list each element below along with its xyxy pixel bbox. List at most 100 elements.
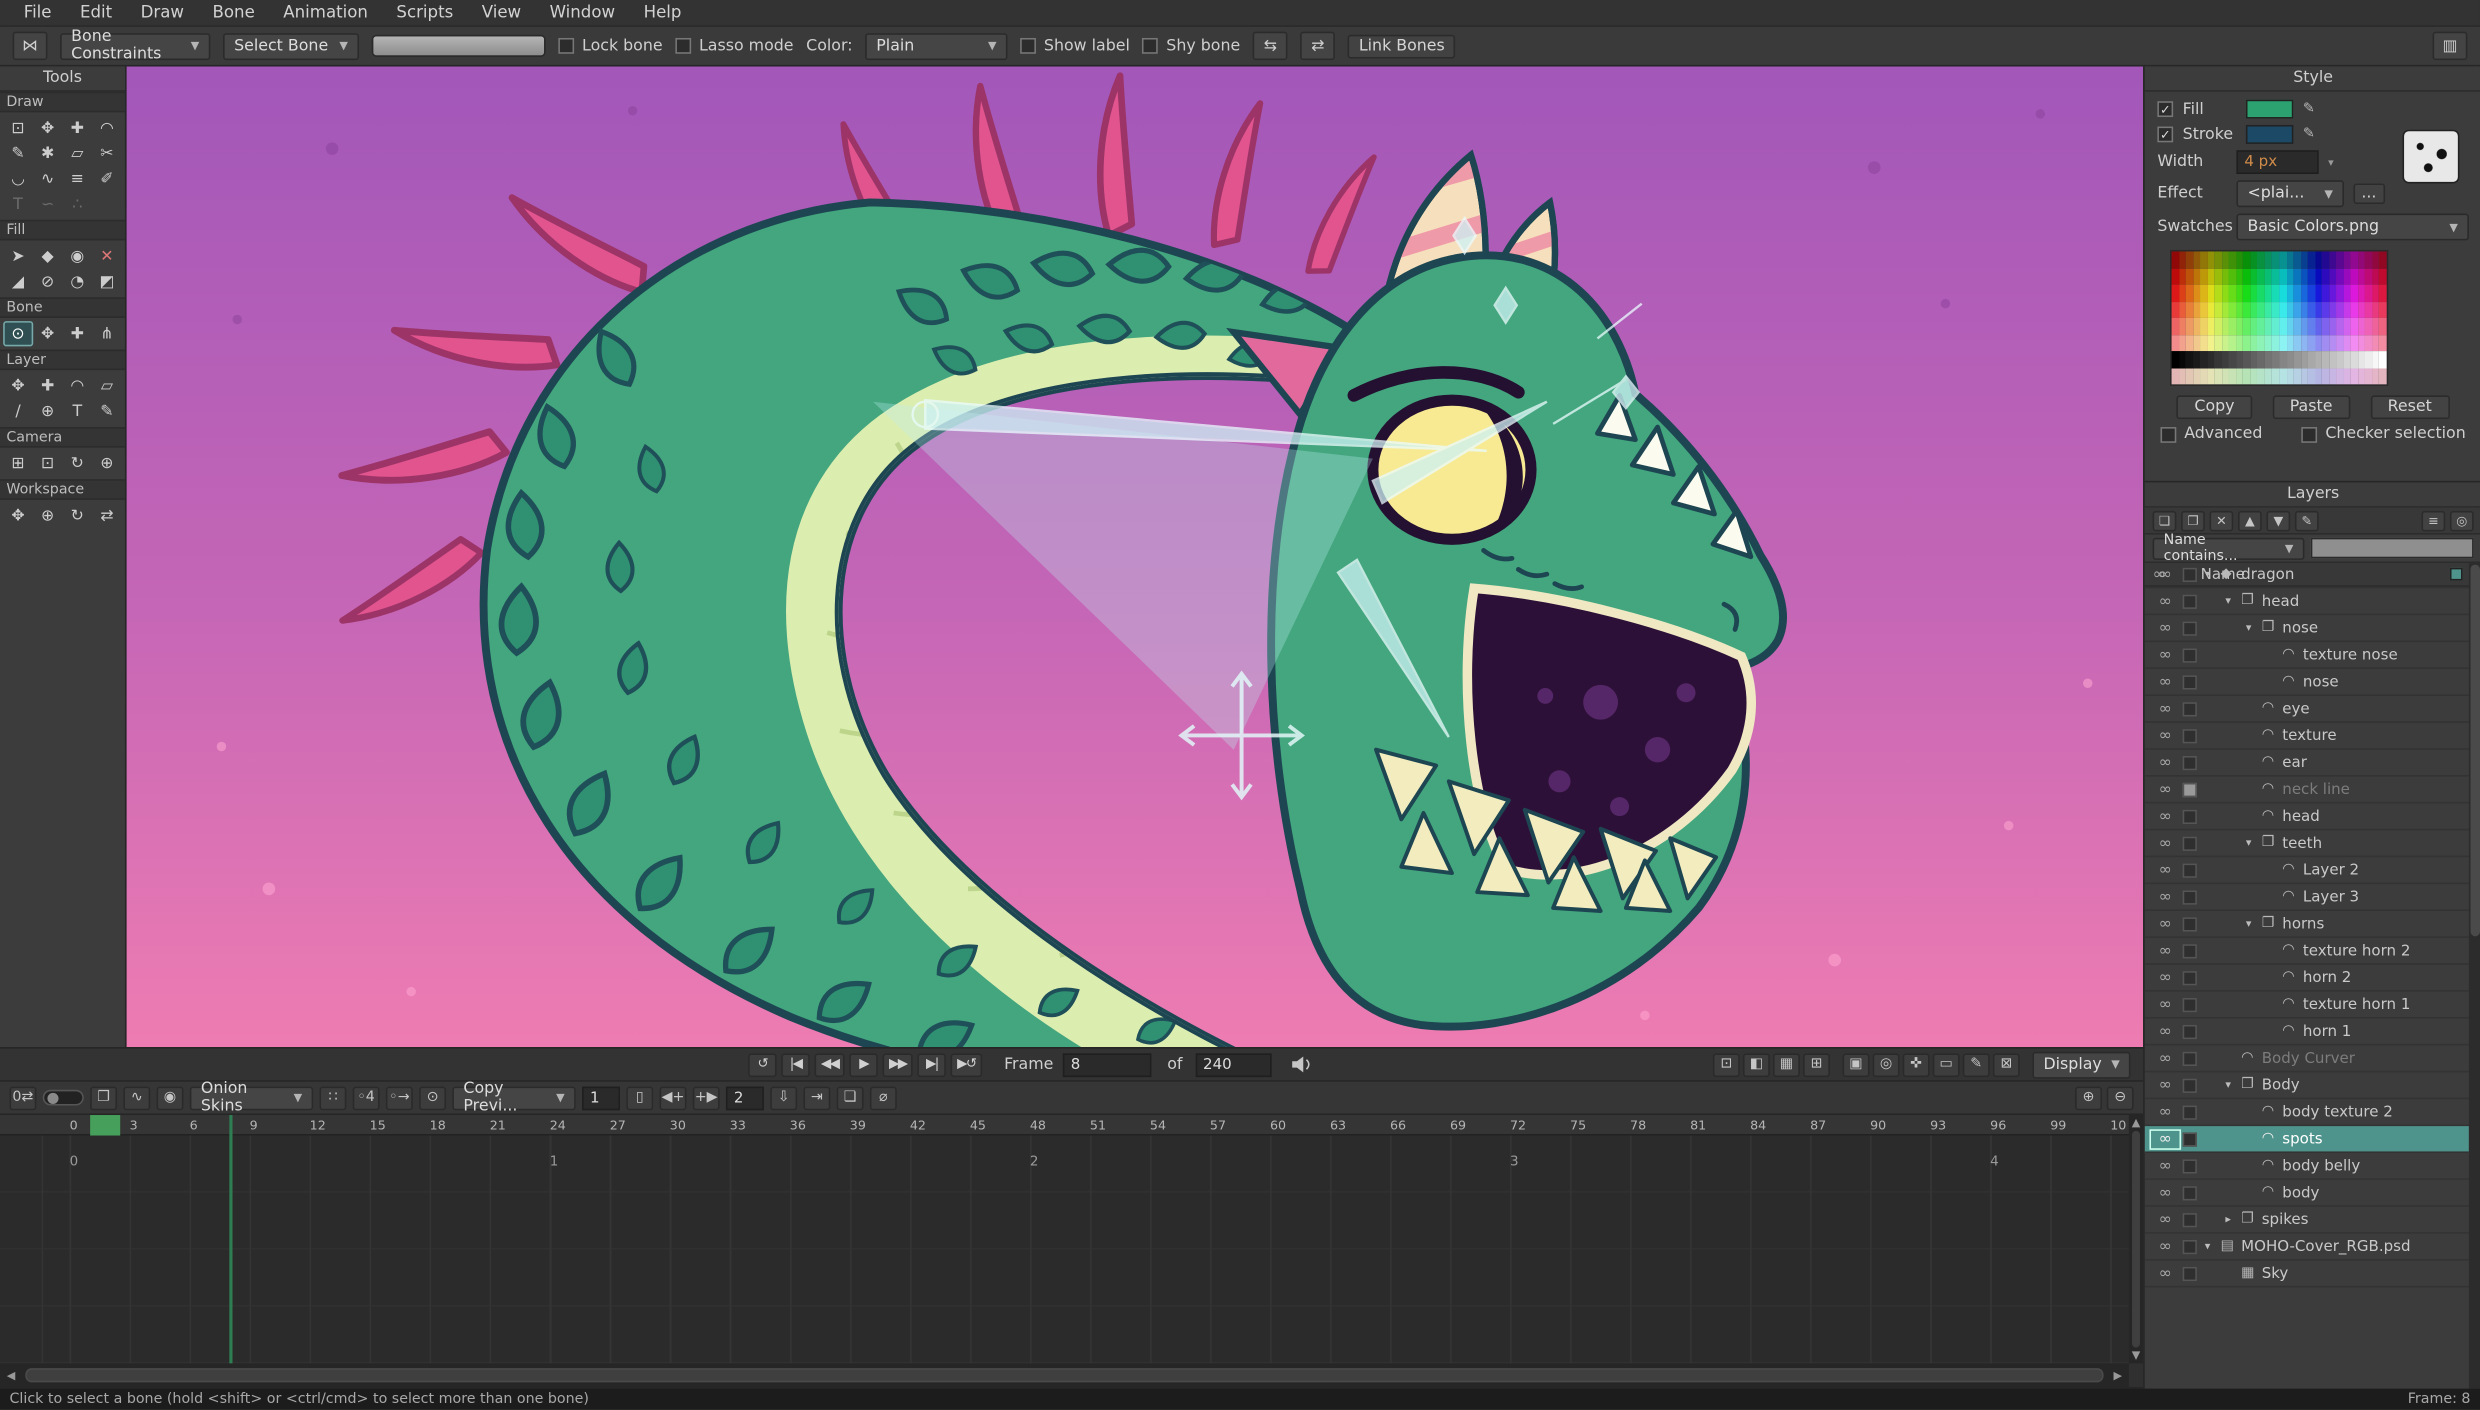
layer-edit-checkbox[interactable]: [2183, 1051, 2197, 1065]
visibility-toggle-icon[interactable]: ∞: [2151, 700, 2179, 717]
palette-swatch[interactable]: [2279, 351, 2286, 368]
palette-swatch[interactable]: [2172, 335, 2179, 352]
palette-swatch[interactable]: [2272, 335, 2279, 352]
menu-item-file[interactable]: File: [9, 3, 65, 22]
layer-up-icon[interactable]: ▲: [2238, 510, 2262, 531]
palette-swatch[interactable]: [2172, 351, 2179, 368]
stereo-view-icon[interactable]: ◎: [1873, 1053, 1900, 1077]
lock-bone-checkbox[interactable]: Lock bone: [558, 37, 662, 54]
layer-row-spots[interactable]: ∞◠spots: [2145, 1126, 2469, 1153]
canvas-viewport[interactable]: [127, 66, 2144, 1047]
menu-item-window[interactable]: Window: [535, 3, 629, 22]
visibility-toggle-icon[interactable]: ∞: [2151, 942, 2179, 959]
palette-swatch[interactable]: [2186, 285, 2193, 302]
tool-zoom-camera[interactable]: ⊡: [33, 451, 63, 476]
palette-swatch[interactable]: [2279, 251, 2286, 268]
layer-row-texture[interactable]: ∞◠texture: [2145, 723, 2469, 750]
layers-scrollbar[interactable]: [2469, 561, 2480, 1388]
palette-swatch[interactable]: [2207, 318, 2214, 335]
palette-swatch[interactable]: [2322, 285, 2329, 302]
palette-swatch[interactable]: [2301, 318, 2308, 335]
tool-roll-camera[interactable]: ↻: [62, 451, 92, 476]
layer-row-body-texture-2[interactable]: ∞◠body texture 2: [2145, 1099, 2469, 1126]
delete-layer-icon[interactable]: ✕: [2210, 510, 2234, 531]
palette-swatch[interactable]: [2258, 285, 2265, 302]
palette-swatch[interactable]: [2344, 335, 2351, 352]
tool-pan-workspace[interactable]: ✥: [3, 503, 33, 528]
palette-swatch[interactable]: [2207, 285, 2214, 302]
insert-frame-icon[interactable]: ⇩: [770, 1086, 797, 1110]
palette-swatch[interactable]: [2236, 335, 2243, 352]
palette-swatch[interactable]: [2207, 268, 2214, 285]
palette-swatch[interactable]: [2272, 318, 2279, 335]
palette-swatch[interactable]: [2243, 368, 2250, 385]
scroll-right-icon[interactable]: ▶: [2107, 1365, 2129, 1386]
layer-edit-checkbox[interactable]: [2183, 1132, 2197, 1146]
palette-swatch[interactable]: [2301, 268, 2308, 285]
palette-swatch[interactable]: [2265, 268, 2272, 285]
fill-color-swatch[interactable]: [2246, 100, 2293, 119]
palette-swatch[interactable]: [2265, 368, 2272, 385]
palette-swatch[interactable]: [2179, 368, 2186, 385]
clear-keys-icon[interactable]: ⌀: [870, 1086, 897, 1110]
tool-layer-pen[interactable]: ✎: [92, 399, 122, 424]
tool-shear-layer[interactable]: ▱: [92, 373, 122, 398]
palette-swatch[interactable]: [2351, 268, 2358, 285]
tool-set-origin[interactable]: ⊕: [33, 399, 63, 424]
tool-add-bone[interactable]: ✚: [62, 321, 92, 346]
swatches-dropdown[interactable]: Basic Colors.png▼: [2236, 214, 2468, 241]
palette-swatch[interactable]: [2315, 368, 2322, 385]
palette-swatch[interactable]: [2286, 318, 2293, 335]
palette-swatch[interactable]: [2265, 285, 2272, 302]
audio-icon[interactable]: [1290, 1055, 1312, 1074]
palette-swatch[interactable]: [2379, 285, 2386, 302]
palette-swatch[interactable]: [2329, 285, 2336, 302]
palette-swatch[interactable]: [2286, 285, 2293, 302]
palette-swatch[interactable]: [2322, 318, 2329, 335]
visibility-toggle-icon[interactable]: ∞: [2151, 727, 2179, 744]
visibility-toggle-icon[interactable]: ∞: [2151, 646, 2179, 663]
palette-swatch[interactable]: [2358, 251, 2365, 268]
palette-swatch[interactable]: [2336, 285, 2343, 302]
layer-row-neck-line[interactable]: ∞◠neck line: [2145, 777, 2469, 804]
palette-swatch[interactable]: [2315, 351, 2322, 368]
palette-swatch[interactable]: [2229, 351, 2236, 368]
palette-swatch[interactable]: [2179, 335, 2186, 352]
palette-swatch[interactable]: [2358, 335, 2365, 352]
expand-arrow-icon[interactable]: ▾: [2246, 837, 2262, 850]
palette-swatch[interactable]: [2351, 335, 2358, 352]
palette-swatch[interactable]: [2200, 335, 2207, 352]
layer-down-icon[interactable]: ▼: [2266, 510, 2290, 531]
palette-swatch[interactable]: [2372, 285, 2379, 302]
layer-edit-checkbox[interactable]: [2183, 863, 2197, 877]
menu-item-view[interactable]: View: [467, 3, 535, 22]
tool-follow-path[interactable]: ∕: [3, 399, 33, 424]
fit-view-icon[interactable]: ▣: [1843, 1053, 1870, 1077]
tool-rotate-workspace[interactable]: ↻: [62, 503, 92, 528]
palette-swatch[interactable]: [2193, 335, 2200, 352]
palette-swatch[interactable]: [2243, 318, 2250, 335]
palette-swatch[interactable]: [2222, 251, 2229, 268]
palette-swatch[interactable]: [2336, 251, 2343, 268]
palette-swatch[interactable]: [2329, 368, 2336, 385]
palette-swatch[interactable]: [2229, 301, 2236, 318]
palette-swatch[interactable]: [2301, 301, 2308, 318]
palette-swatch[interactable]: [2186, 251, 2193, 268]
palette-swatch[interactable]: [2308, 368, 2315, 385]
overlay-safe-icon[interactable]: ⊠: [1993, 1053, 2020, 1077]
layer-channels-icon[interactable]: ❐: [90, 1086, 117, 1110]
stroke-color-swatch[interactable]: [2246, 125, 2293, 144]
palette-swatch[interactable]: [2329, 301, 2336, 318]
current-frame-input[interactable]: 8: [1063, 1053, 1152, 1077]
view-layout-split-icon[interactable]: ◧: [1743, 1053, 1770, 1077]
palette-swatch[interactable]: [2365, 268, 2372, 285]
palette-swatch[interactable]: [2222, 268, 2229, 285]
shy-bone-checkbox[interactable]: Shy bone: [1143, 37, 1241, 54]
visibility-toggle-icon[interactable]: ∞: [2151, 619, 2179, 636]
palette-swatch[interactable]: [2250, 251, 2257, 268]
palette-swatch[interactable]: [2286, 251, 2293, 268]
paste-style-button[interactable]: Paste: [2272, 395, 2349, 419]
palette-swatch[interactable]: [2200, 318, 2207, 335]
palette-swatch[interactable]: [2329, 318, 2336, 335]
layer-row-horns[interactable]: ∞▾❐horns: [2145, 911, 2469, 938]
